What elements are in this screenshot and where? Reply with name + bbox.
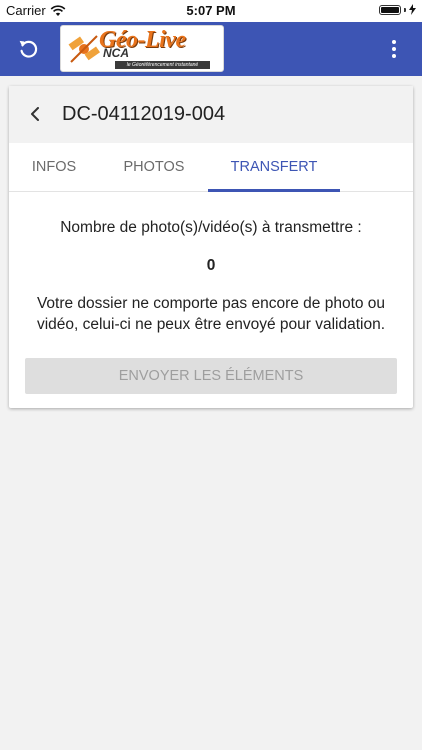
status-right bbox=[379, 4, 416, 15]
tab-bar: INFOS PHOTOS TRANSFERT bbox=[9, 143, 413, 192]
app-bar: Géo-Live NCA le Géoréférencement instant… bbox=[0, 22, 422, 76]
empty-notice-line-1: Votre dossier ne comporte pas encore de … bbox=[36, 295, 386, 312]
chevron-left-icon bbox=[31, 107, 39, 121]
send-elements-button[interactable]: ENVOYER LES ÉLÉMENTS bbox=[25, 358, 397, 394]
more-vert-icon-dot bbox=[392, 40, 396, 44]
dossier-card: DC-04112019-004 INFOS PHOTOS TRANSFERT N… bbox=[9, 86, 413, 408]
charging-icon bbox=[409, 4, 416, 15]
dossier-title: DC-04112019-004 bbox=[62, 103, 226, 125]
status-bar: Carrier 5:07 PM bbox=[0, 0, 422, 22]
more-vert-icon-dot bbox=[392, 54, 396, 58]
active-tab-indicator bbox=[208, 189, 340, 192]
refresh-icon bbox=[19, 40, 38, 58]
refresh-button[interactable] bbox=[14, 35, 42, 63]
battery-icon bbox=[379, 4, 401, 15]
app-logo: Géo-Live NCA le Géoréférencement instant… bbox=[60, 25, 224, 72]
status-time: 5:07 PM bbox=[186, 3, 236, 18]
empty-notice-line-2: vidéo, celui-ci ne peux être envoyé pour… bbox=[36, 316, 386, 333]
more-vert-icon-dot bbox=[392, 47, 396, 51]
back-button[interactable] bbox=[25, 103, 47, 125]
logo-tagline: le Géoréférencement instantané bbox=[115, 61, 210, 69]
count-label: Nombre de photo(s)/vidéo(s) à transmettr… bbox=[60, 219, 362, 236]
satellite-logo-icon bbox=[68, 35, 101, 63]
more-options-button[interactable] bbox=[382, 37, 406, 61]
logo-sub-text: NCA bbox=[103, 46, 129, 60]
empty-notice: Votre dossier ne comporte pas encore de … bbox=[9, 293, 413, 335]
tab-photos[interactable]: PHOTOS bbox=[99, 143, 209, 191]
card-header: DC-04112019-004 bbox=[9, 86, 413, 144]
battery-level bbox=[381, 6, 399, 13]
tab-infos[interactable]: INFOS bbox=[9, 143, 99, 191]
count-value: 0 bbox=[206, 257, 216, 274]
battery-cap bbox=[404, 7, 406, 12]
tab-transfert[interactable]: TRANSFERT bbox=[208, 143, 340, 191]
